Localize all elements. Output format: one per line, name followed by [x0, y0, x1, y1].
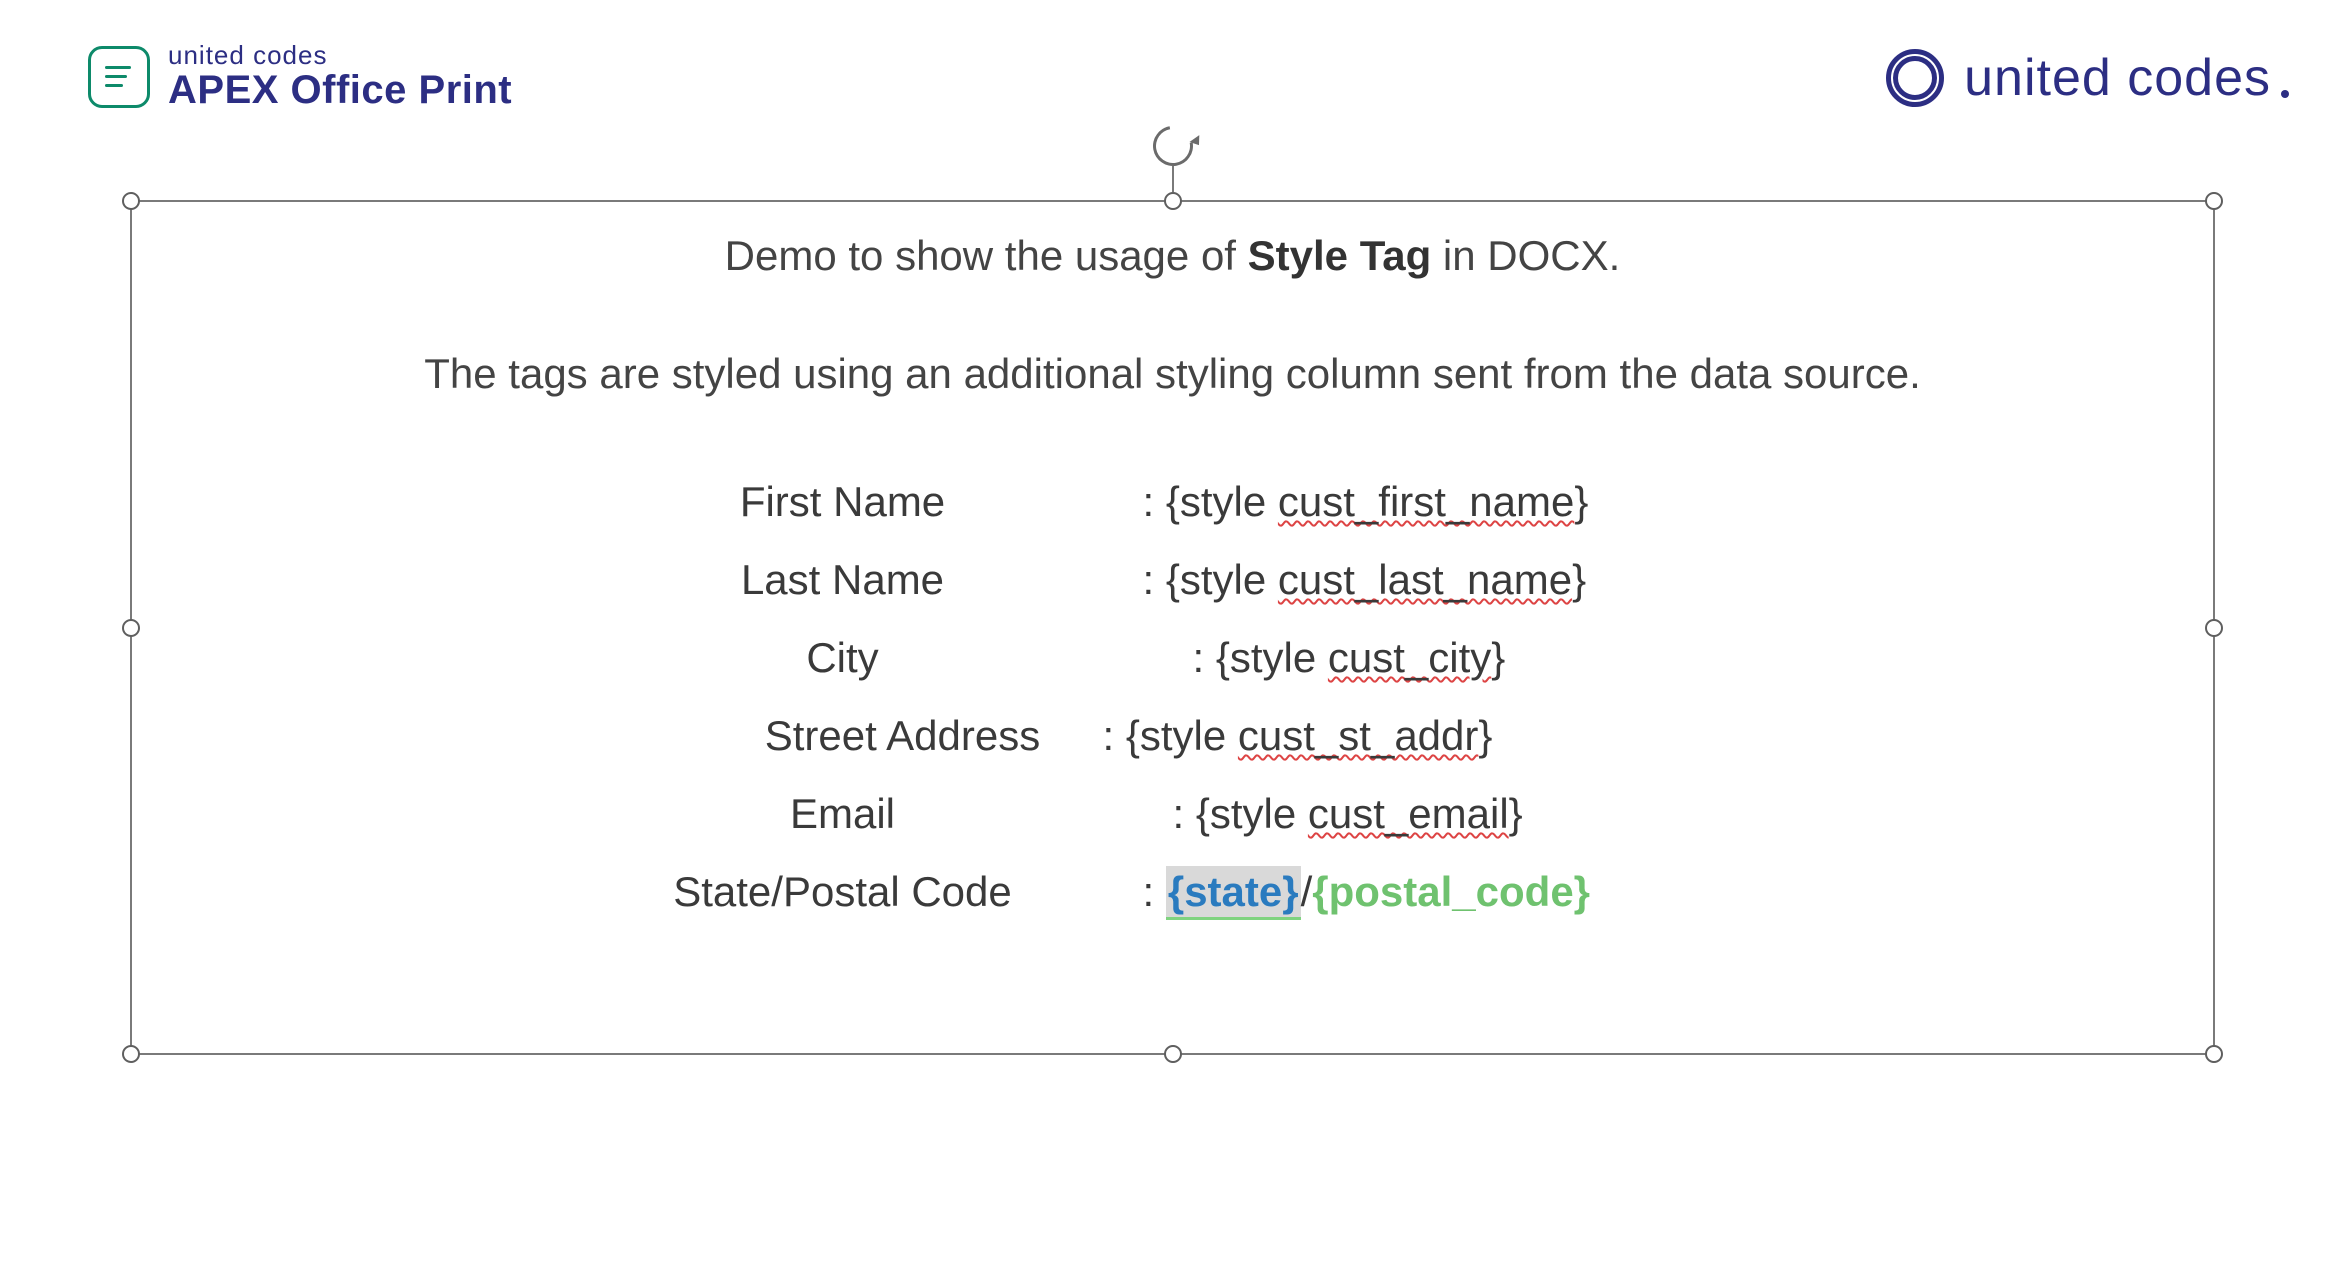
tag-email: cust_email [1308, 790, 1509, 837]
value-prefix: : {style [1143, 556, 1278, 603]
value-suffix: } [1509, 790, 1523, 837]
resize-handle-top-middle[interactable] [1164, 192, 1182, 210]
value-first-name: : {style cust_first_name} [1143, 478, 1763, 526]
value-suffix: } [1574, 478, 1588, 525]
label-state-postal: State/Postal Code [583, 868, 1103, 916]
value-prefix: : {style [1103, 712, 1238, 759]
tag-city: cust_city [1328, 634, 1491, 681]
tag-postal-code: {postal_code} [1312, 868, 1590, 915]
fields-grid: First Name : {style cust_first_name} Las… [172, 478, 2173, 916]
subtitle-line: The tags are styled using an additional … [172, 350, 2173, 398]
logo-left-big: APEX Office Print [168, 69, 512, 111]
value-suffix: } [1491, 634, 1505, 681]
label-last-name: Last Name [583, 556, 1103, 604]
value-prefix: : {style [1193, 634, 1328, 681]
label-email: Email [583, 790, 1103, 838]
resize-handle-bottom-left[interactable] [122, 1045, 140, 1063]
tag-slash: / [1301, 868, 1313, 915]
textbox-content[interactable]: Demo to show the usage of Style Tag in D… [132, 202, 2213, 956]
document-icon [88, 46, 150, 108]
value-prefix: : {style [1143, 478, 1278, 525]
logo-left-text: united codes APEX Office Print [168, 42, 512, 111]
logo-right-text: united codes [1964, 48, 2271, 108]
rotate-icon [1145, 118, 1201, 174]
logo-left-small: united codes [168, 42, 512, 69]
tag-first-name: cust_first_name [1278, 478, 1574, 525]
label-city: City [583, 634, 1103, 682]
value-city: : {style cust_city} [1143, 634, 1763, 682]
resize-handle-top-left[interactable] [122, 192, 140, 210]
tag-last-name: cust_last_name [1278, 556, 1572, 603]
label-street-address: Street Address [583, 712, 1103, 760]
tag-state: {state} [1166, 866, 1301, 920]
logo-right-dot [2281, 90, 2289, 98]
logo-apex-office-print: united codes APEX Office Print [88, 42, 512, 111]
value-email: : {style cust_email} [1143, 790, 1763, 838]
title-suffix: in DOCX. [1431, 232, 1620, 279]
title-line: Demo to show the usage of Style Tag in D… [172, 232, 2173, 280]
title-prefix: Demo to show the usage of [725, 232, 1248, 279]
resize-handle-bottom-right[interactable] [2205, 1045, 2223, 1063]
resize-handle-middle-left[interactable] [122, 619, 140, 637]
label-first-name: First Name [583, 478, 1103, 526]
title-bold: Style Tag [1248, 232, 1432, 279]
resize-handle-middle-right[interactable] [2205, 619, 2223, 637]
resize-handle-bottom-middle[interactable] [1164, 1045, 1182, 1063]
textbox-frame[interactable]: Demo to show the usage of Style Tag in D… [130, 200, 2215, 1055]
rings-icon [1886, 49, 1944, 107]
value-state-postal: : {state}/{postal_code} [1143, 868, 1763, 916]
value-street-address: : {style cust_st_addr} [1103, 712, 1763, 760]
value-colon: : [1143, 868, 1166, 915]
resize-handle-top-right[interactable] [2205, 192, 2223, 210]
rotate-handle[interactable] [1153, 126, 1193, 192]
value-last-name: : {style cust_last_name} [1143, 556, 1763, 604]
logo-united-codes: united codes [1886, 48, 2289, 108]
tag-street-address: cust_st_addr [1238, 712, 1478, 759]
value-suffix: } [1478, 712, 1492, 759]
value-prefix: : {style [1173, 790, 1308, 837]
value-suffix: } [1572, 556, 1586, 603]
